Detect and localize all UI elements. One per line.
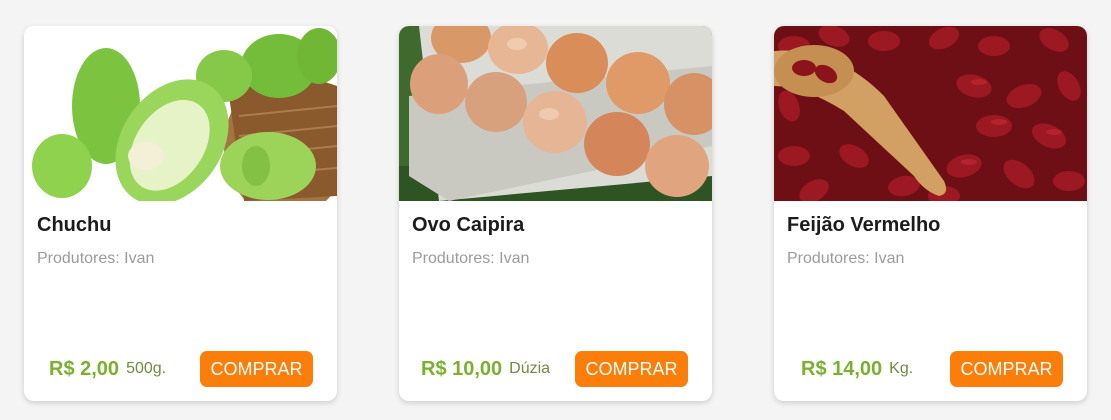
red-beans-photo [774,26,1087,201]
product-unit: Dúzia [509,360,551,377]
product-card: Feijão Vermelho Produtores: Ivan R$ 14,0… [774,26,1087,401]
product-producers: Produtores: Ivan [787,250,905,267]
buy-button[interactable]: COMPRAR [575,351,688,387]
product-name: Ovo Caipira [412,214,525,236]
product-unit: Kg. [889,360,914,377]
product-name: Chuchu [37,214,112,236]
product-card: Chuchu Produtores: Ivan R$ 2,00 500g. CO… [24,26,337,401]
chayote-photo [24,26,337,201]
buy-button[interactable]: COMPRAR [200,351,313,387]
price-row: R$ 10,00 Dúzia COMPRAR [399,351,712,387]
product-price: R$ 10,00 [421,357,503,380]
price-row: R$ 2,00 500g. COMPRAR [24,351,337,387]
product-name: Feijão Vermelho [787,214,941,236]
eggs-carton-photo [399,26,712,201]
product-unit: 500g. [126,360,167,377]
product-producers: Produtores: Ivan [37,250,155,267]
product-producers: Produtores: Ivan [412,250,530,267]
product-card: Ovo Caipira Produtores: Ivan R$ 10,00 Dú… [399,26,712,401]
product-price: R$ 14,00 [801,357,883,380]
product-price: R$ 2,00 [49,357,120,380]
buy-button[interactable]: COMPRAR [950,351,1063,387]
price-row: R$ 14,00 Kg. COMPRAR [774,351,1087,387]
